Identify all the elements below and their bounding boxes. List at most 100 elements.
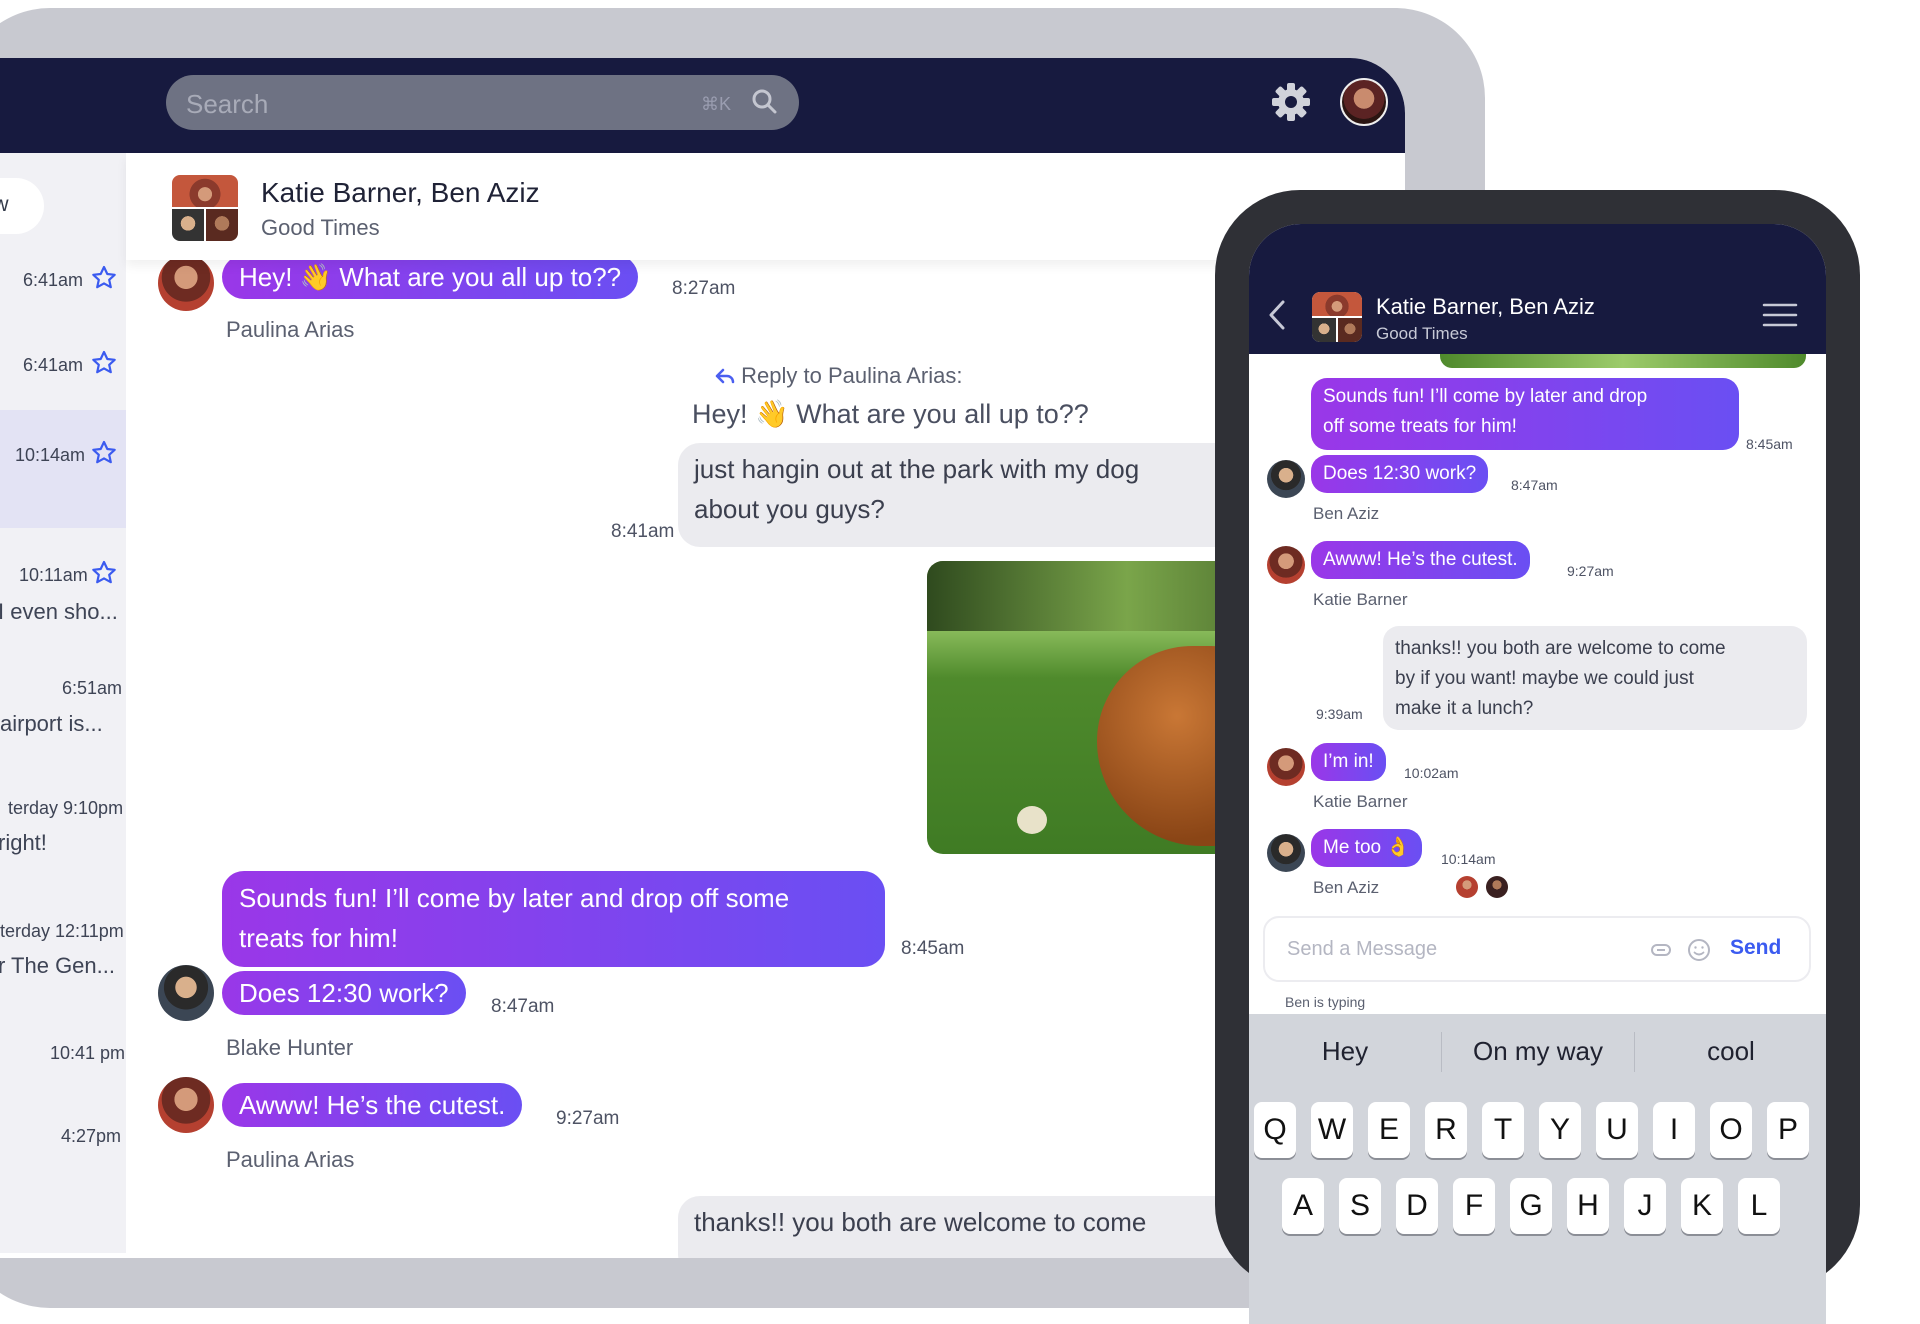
key-a[interactable]: A	[1282, 1178, 1324, 1234]
key-h[interactable]: H	[1567, 1178, 1609, 1234]
key-d[interactable]: D	[1396, 1178, 1438, 1234]
item-time: 4:27pm	[61, 1126, 122, 1146]
item-time: 6:41am	[23, 270, 84, 290]
emoji-icon[interactable]	[1687, 938, 1711, 962]
conversation-item[interactable]: 6:51am airport is...	[0, 673, 126, 773]
filter-pill-low[interactable]: Low	[0, 178, 44, 234]
tablet-screen: Search ⌘K Low 6:41am 6:41am	[0, 58, 1405, 1258]
item-time: 6:41am	[23, 355, 84, 375]
message-bubble: Does 12:30 work?	[222, 971, 466, 1015]
reply-label-text: Reply to Paulina Arias:	[741, 363, 963, 388]
menu-icon[interactable]	[1762, 302, 1798, 328]
key-r[interactable]: R	[1425, 1102, 1467, 1158]
sender-name: Katie Barner	[1313, 792, 1408, 811]
message-bubble: Does 12:30 work?	[1311, 455, 1489, 493]
top-bar: Search ⌘K	[0, 58, 1405, 153]
key-y[interactable]: Y	[1539, 1102, 1581, 1158]
search-bar[interactable]: Search ⌘K	[166, 75, 799, 130]
item-snippet: airport is...	[0, 711, 103, 736]
item-time: terday 9:10pm	[8, 798, 124, 818]
read-receipt-avatar	[1456, 876, 1478, 898]
star-icon[interactable]	[91, 265, 117, 291]
key-u[interactable]: U	[1596, 1102, 1638, 1158]
message-line: make it a lunch?	[1395, 698, 1534, 719]
sender-name: Katie Barner	[1313, 590, 1408, 609]
keyboard: Hey On my way cool Q W E R T Y U I O P A…	[1249, 1014, 1826, 1324]
thread-header: Katie Barner, Ben Aziz Good Times	[126, 153, 1405, 260]
message-bubble: Awww! He’s the cutest.	[1311, 541, 1530, 579]
suggestion-cool[interactable]: cool	[1635, 1036, 1826, 1067]
key-w[interactable]: W	[1311, 1102, 1353, 1158]
suggestion-hey[interactable]: Hey	[1249, 1036, 1441, 1067]
conversation-item[interactable]: 10:41 pm	[0, 1043, 126, 1103]
message-bubble: Sounds fun! I’ll come by later and drop …	[222, 871, 885, 967]
item-time: 10:14am	[15, 445, 86, 465]
phone-thread-title: Katie Barner, Ben Aziz	[1376, 294, 1595, 319]
item-time: 10:41 pm	[50, 1043, 126, 1063]
message-time: 8:45am	[901, 938, 965, 959]
message-time: 8:47am	[1511, 477, 1558, 493]
message-input[interactable]: Send a Message	[1287, 938, 1437, 961]
key-j[interactable]: J	[1624, 1178, 1666, 1234]
key-g[interactable]: G	[1510, 1178, 1552, 1234]
conversation-item[interactable]: 6:41am	[0, 248, 126, 318]
ball-shape	[1017, 806, 1047, 834]
sender-name: Blake Hunter	[226, 1035, 354, 1060]
message-time: 8:27am	[672, 278, 736, 299]
search-icon[interactable]	[751, 88, 777, 114]
message-time: 9:39am	[1316, 706, 1363, 722]
conversation-item-selected[interactable]: 10:14am	[0, 410, 126, 528]
message-bubble: Sounds fun! I’ll come by later and drop …	[1311, 378, 1739, 450]
conversation-item[interactable]: terday 12:11pm r The Gen...	[0, 921, 126, 1021]
message-time: 10:14am	[1441, 851, 1496, 867]
sender-name: Ben Aziz	[1313, 504, 1380, 523]
key-i[interactable]: I	[1653, 1102, 1695, 1158]
message-time: 8:47am	[491, 996, 555, 1017]
message-line: treats for him!	[239, 923, 398, 953]
conversation-item[interactable]: 4:27pm	[0, 1126, 126, 1186]
key-l[interactable]: L	[1738, 1178, 1780, 1234]
key-o[interactable]: O	[1710, 1102, 1752, 1158]
message-line: off some treats for him!	[1323, 416, 1517, 437]
message-composer[interactable]: Send a Message Send	[1263, 916, 1811, 982]
avatar	[158, 1077, 214, 1133]
avatar	[1267, 546, 1305, 584]
conversation-item[interactable]: terday 9:10pm right!	[0, 798, 126, 898]
message-bubble: thanks!! you both are welcome to come by…	[1383, 626, 1807, 730]
user-avatar[interactable]	[1340, 78, 1388, 126]
gear-icon[interactable]	[1270, 81, 1312, 123]
key-q[interactable]: Q	[1254, 1102, 1296, 1158]
star-icon[interactable]	[91, 350, 117, 376]
phone-frame: Sounds fun! I’ll come by later and drop …	[1215, 190, 1860, 1324]
conversation-item[interactable]: 10:11am I even sho...	[0, 553, 126, 653]
conversation-item[interactable]: 6:41am	[0, 333, 126, 403]
back-icon[interactable]	[1267, 298, 1287, 332]
message-bubble: Awww! He’s the cutest.	[222, 1083, 523, 1127]
group-avatar	[1312, 292, 1362, 342]
key-t[interactable]: T	[1482, 1102, 1524, 1158]
key-k[interactable]: K	[1681, 1178, 1723, 1234]
star-icon[interactable]	[91, 440, 117, 466]
message-line: Sounds fun! I’ll come by later and drop …	[239, 883, 790, 913]
reply-label: Reply to Paulina Arias:	[715, 363, 962, 389]
message-time: 10:02am	[1404, 765, 1459, 781]
suggestion-on-my-way[interactable]: On my way	[1442, 1036, 1634, 1067]
send-button[interactable]: Send	[1730, 936, 1781, 960]
star-icon[interactable]	[91, 560, 117, 586]
message-bubble: Me too 👌	[1311, 829, 1423, 867]
sender-name: Paulina Arias	[226, 317, 355, 342]
item-snippet: right!	[0, 830, 47, 855]
key-f[interactable]: F	[1453, 1178, 1495, 1234]
phone-thread-subtitle: Good Times	[1376, 324, 1468, 343]
conversation-sidebar: Low 6:41am 6:41am 10:14am 10:11am I even…	[0, 153, 126, 1253]
message-time: 8:45am	[1746, 436, 1793, 452]
thread-subtitle: Good Times	[261, 215, 380, 240]
key-e[interactable]: E	[1368, 1102, 1410, 1158]
key-s[interactable]: S	[1339, 1178, 1381, 1234]
attach-icon[interactable]	[1651, 944, 1671, 956]
reply-icon	[715, 368, 735, 384]
item-time: terday 12:11pm	[0, 921, 124, 941]
search-input[interactable]: Search	[186, 89, 268, 120]
thread-title: Katie Barner, Ben Aziz	[261, 177, 540, 208]
key-p[interactable]: P	[1767, 1102, 1809, 1158]
